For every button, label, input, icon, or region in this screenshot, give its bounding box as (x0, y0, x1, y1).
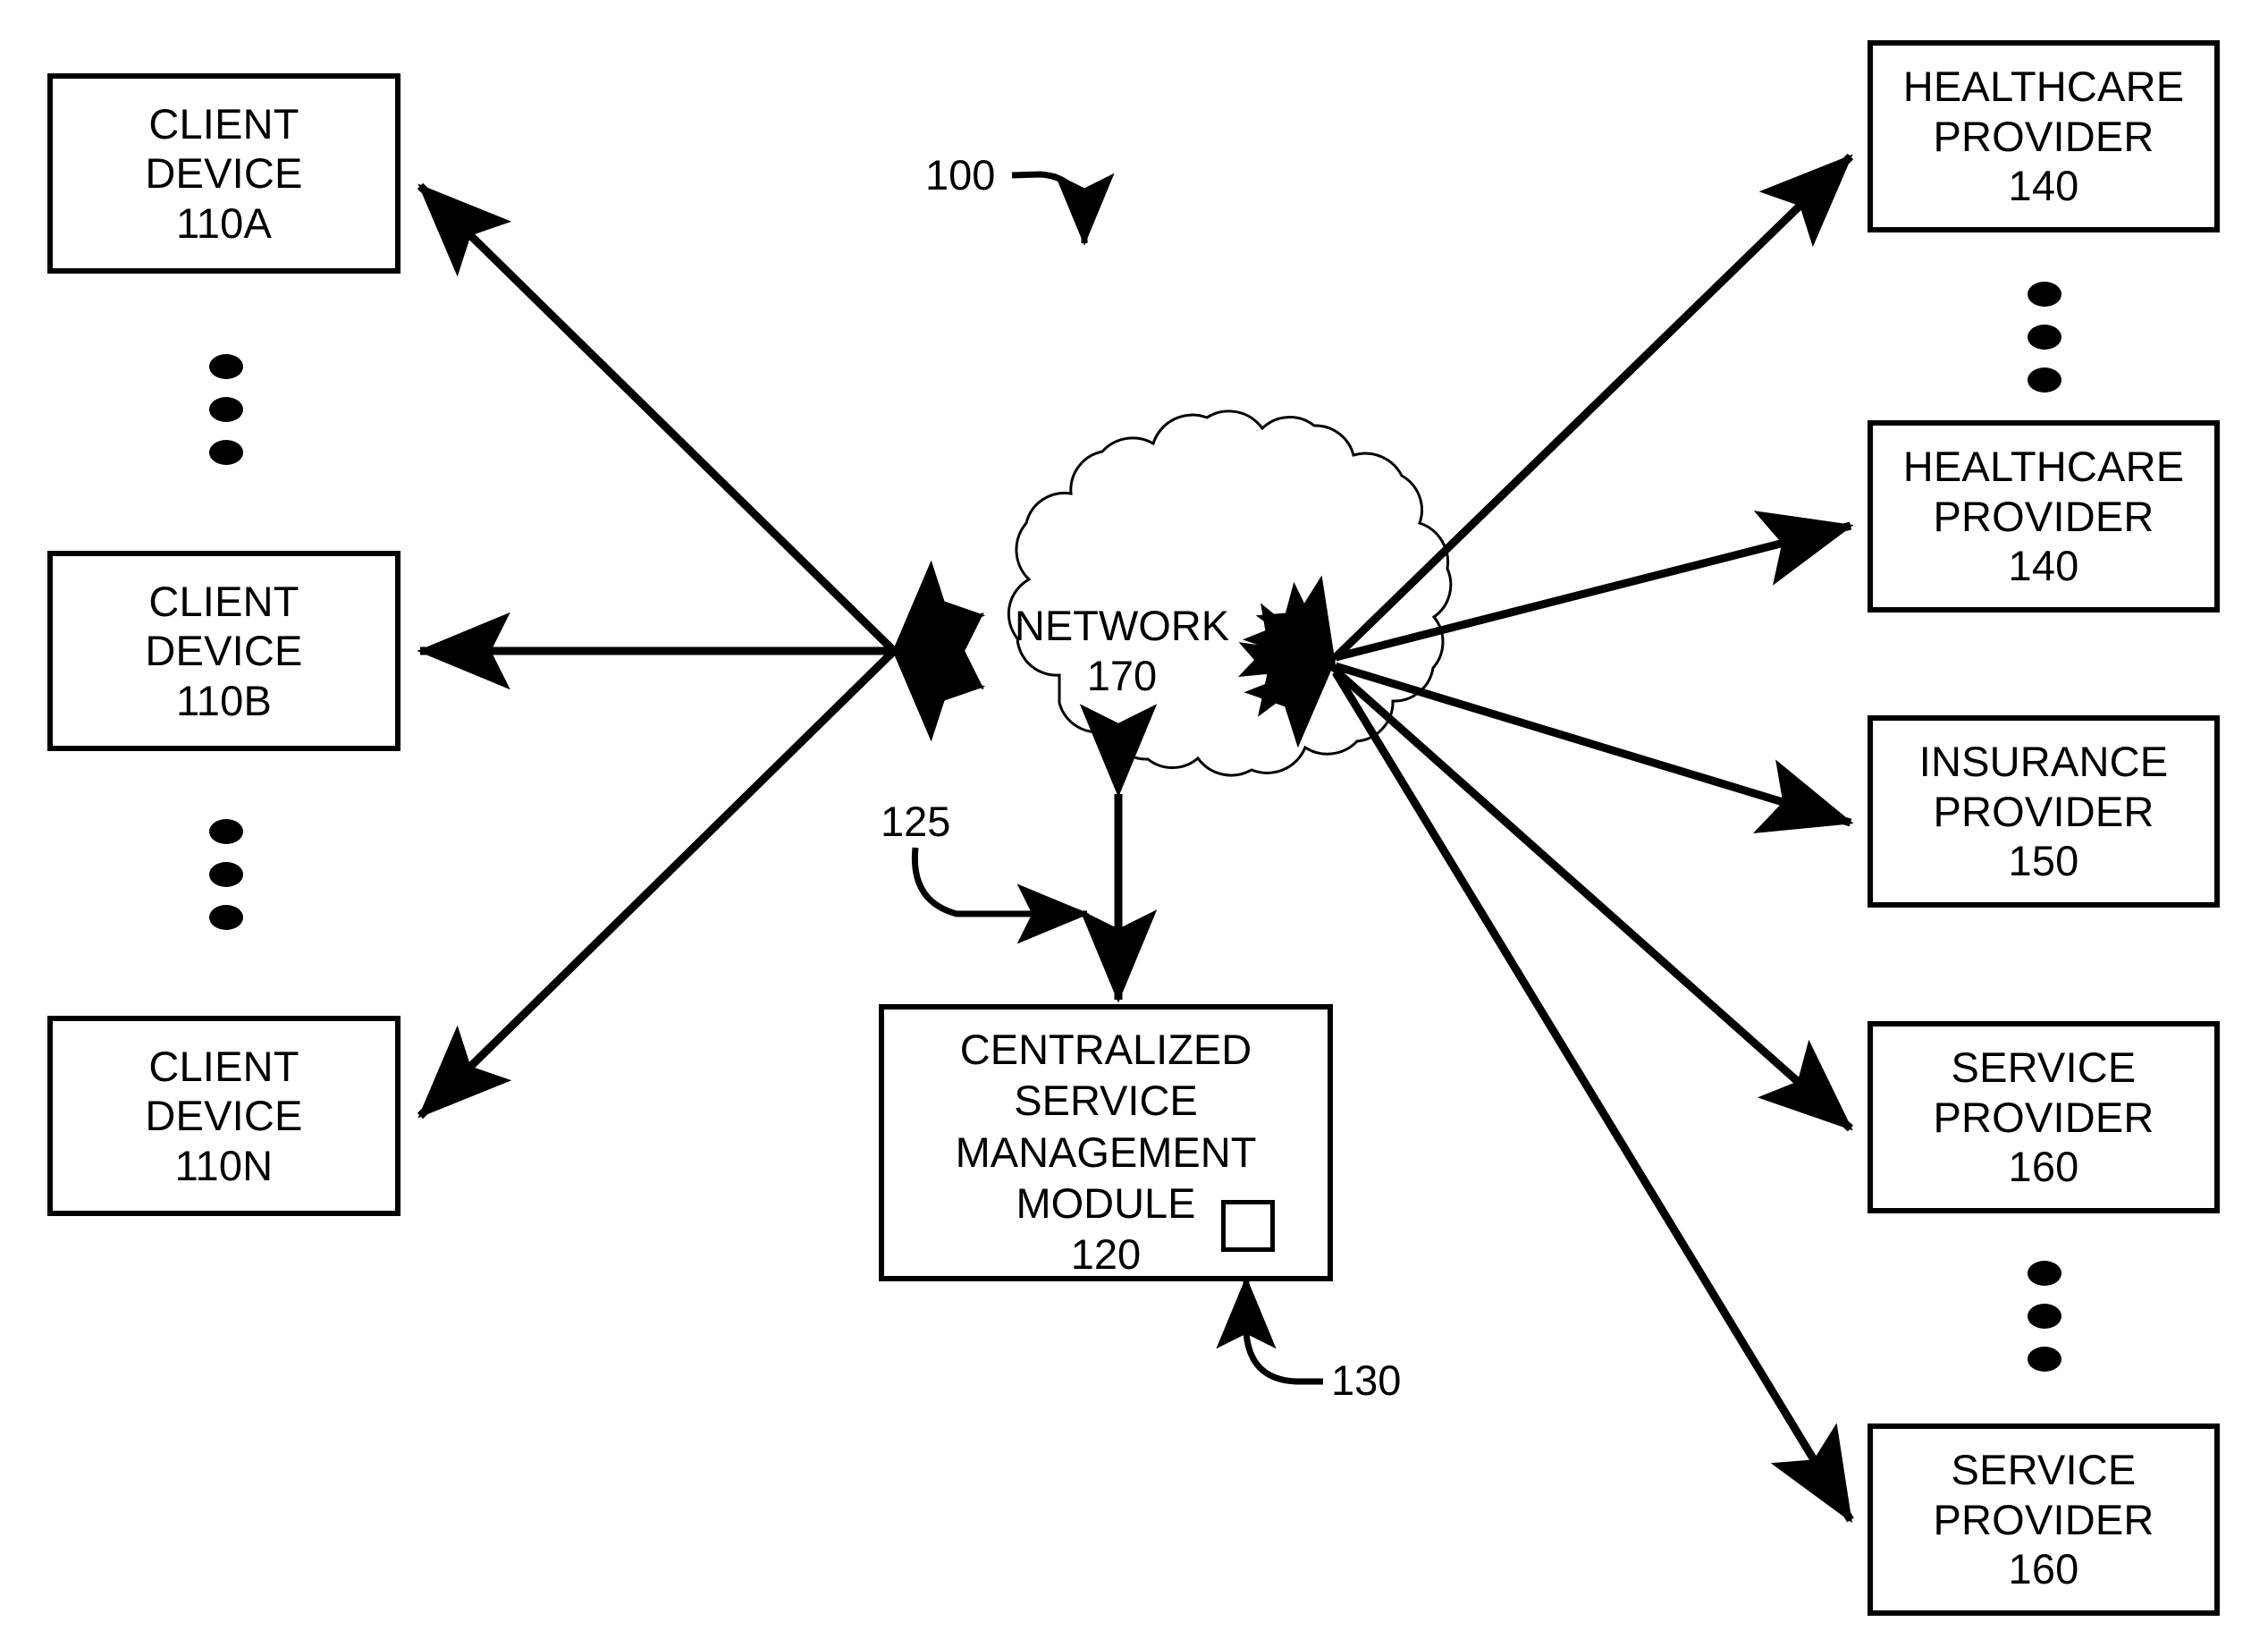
ellipsis-dot (2028, 368, 2061, 393)
service-providers-ellipsis (2027, 1261, 2062, 1372)
insurance-provider-ref: 150 (2008, 837, 2079, 885)
connector-client-110n-network (417, 560, 986, 1119)
ellipsis-dot (2028, 1304, 2061, 1329)
service-provider-1-line1: SERVICE (1951, 1043, 2137, 1092)
client-device-110a-line2: DEVICE (145, 149, 303, 198)
network-cloud-icon (1007, 410, 1453, 777)
insurance-provider-line2: PROVIDER (1933, 787, 2154, 835)
service-provider-160-box-2[interactable]: SERVICE PROVIDER 160 (1868, 1424, 2220, 1616)
healthcare-provider-140-box-2[interactable]: HEALTHCARE PROVIDER 140 (1868, 420, 2220, 613)
module-line2: SERVICE (1014, 1077, 1198, 1125)
module-line3: MANAGEMENT (955, 1128, 1257, 1176)
client-device-110b-line1: CLIENT (148, 577, 299, 625)
connector-network-service-provider-1 (1242, 581, 1853, 1132)
network-label-line1: NETWORK (1014, 602, 1230, 649)
figure-reference-130: 130 (1331, 1356, 1402, 1404)
client-device-110n-box[interactable]: CLIENT DEVICE 110N (47, 1016, 400, 1216)
service-provider-160-box-1[interactable]: SERVICE PROVIDER 160 (1868, 1021, 2220, 1213)
healthcare-provider-2-line1: HEALTHCARE (1902, 443, 2185, 491)
client-device-110n-line2: DEVICE (145, 1092, 303, 1140)
service-provider-1-line2: PROVIDER (1933, 1093, 2154, 1141)
module-component-130-square[interactable] (1221, 1200, 1275, 1252)
client-devices-ellipsis-top (208, 354, 244, 465)
client-device-110n-ref: 110N (174, 1141, 274, 1189)
leader-line-125 (911, 847, 1090, 944)
client-device-110b-ref: 110B (175, 676, 273, 724)
insurance-provider-150-box[interactable]: INSURANCE PROVIDER 150 (1868, 715, 2220, 908)
ellipsis-dot (209, 905, 243, 930)
client-device-110n-line1: CLIENT (148, 1042, 299, 1090)
healthcare-provider-2-ref: 140 (2008, 542, 2079, 590)
patent-figure-canvas: CLIENT DEVICE 110A CLIENT DEVICE 110B CL… (0, 0, 2268, 1639)
leader-line-130 (1216, 1276, 1323, 1385)
service-provider-1-ref: 160 (2008, 1143, 2079, 1191)
insurance-provider-line1: INSURANCE (1918, 738, 2169, 786)
module-ref: 120 (1070, 1230, 1142, 1279)
healthcare-provider-1-line1: HEALTHCARE (1902, 63, 2185, 111)
client-devices-ellipsis-bottom (208, 819, 244, 930)
client-device-110b-box[interactable]: CLIENT DEVICE 110B (47, 551, 400, 751)
client-device-110b-line2: DEVICE (145, 627, 303, 675)
client-device-110a-line1: CLIENT (148, 99, 299, 148)
healthcare-provider-2-line2: PROVIDER (1933, 492, 2154, 540)
service-provider-2-line1: SERVICE (1951, 1446, 2137, 1494)
figure-reference-100: 100 (925, 151, 996, 199)
ellipsis-dot (2028, 1347, 2061, 1372)
leader-line-100 (1011, 171, 1115, 246)
network-label-ref: 170 (1086, 652, 1158, 700)
ellipsis-dot (2028, 325, 2061, 350)
service-provider-2-ref: 160 (2008, 1545, 2079, 1593)
client-device-110a-box[interactable]: CLIENT DEVICE 110A (47, 73, 400, 274)
healthcare-provider-1-ref: 140 (2008, 162, 2079, 210)
ellipsis-dot (209, 862, 243, 887)
module-line1: CENTRALIZED (959, 1026, 1252, 1073)
client-device-110a-ref: 110A (175, 199, 273, 247)
figure-reference-125: 125 (881, 798, 951, 845)
network-cloud-label: NETWORK 170 (979, 601, 1265, 702)
healthcare-provider-140-box-1[interactable]: HEALTHCARE PROVIDER 140 (1868, 40, 2220, 232)
module-line4: MODULE (1016, 1179, 1196, 1227)
ellipsis-dot (209, 819, 243, 844)
healthcare-providers-ellipsis (2027, 282, 2062, 393)
connector-network-healthcare-provider-1 (1244, 153, 1854, 748)
ellipsis-dot (209, 354, 243, 379)
ellipsis-dot (2028, 1261, 2061, 1286)
ellipsis-dot (2028, 282, 2061, 307)
ellipsis-dot (209, 440, 243, 465)
service-provider-2-line2: PROVIDER (1933, 1495, 2154, 1543)
healthcare-provider-1-line2: PROVIDER (1933, 112, 2154, 160)
ellipsis-dot (209, 397, 243, 422)
connector-client-110a-network (417, 182, 986, 742)
